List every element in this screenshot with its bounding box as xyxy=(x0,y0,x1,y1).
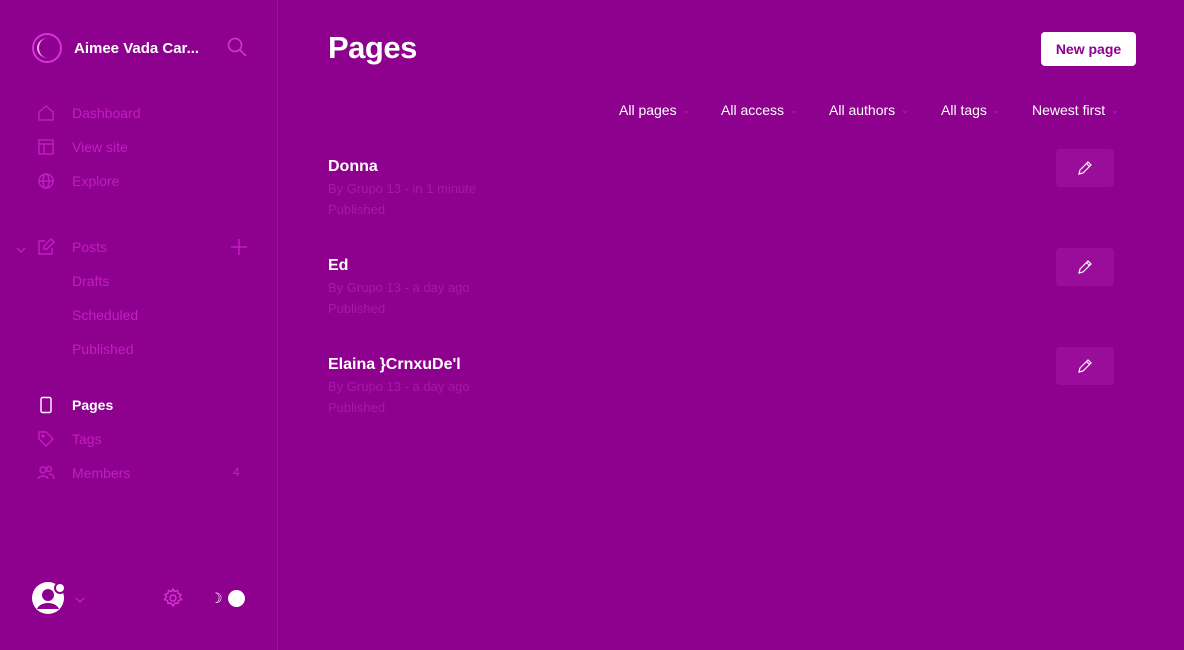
nav-item-members[interactable]: Members 4 xyxy=(0,460,278,486)
chevron-down-icon: ⌄ xyxy=(901,104,909,115)
moon-icon: ☽ xyxy=(210,590,223,606)
filter-authors-label: All authors xyxy=(829,102,896,118)
nav-label-drafts: Drafts xyxy=(72,273,110,289)
filter-access[interactable]: All access ⌄ xyxy=(721,102,798,118)
nav-item-explore[interactable]: Explore xyxy=(0,168,278,194)
pencil-icon xyxy=(1078,260,1092,274)
edit-page-button[interactable] xyxy=(1056,347,1114,385)
filter-tags[interactable]: All tags ⌄ xyxy=(941,102,1000,118)
theme-toggle[interactable] xyxy=(228,590,245,607)
filter-tags-label: All tags xyxy=(941,102,987,118)
page-row[interactable]: Donna By Grupo 13 - in 1 minute Publishe… xyxy=(328,149,1116,238)
nav-label-scheduled: Scheduled xyxy=(72,307,139,323)
nav-item-tags[interactable]: Tags xyxy=(0,426,278,452)
nav-item-dashboard[interactable]: Dashboard xyxy=(0,100,278,126)
filter-access-label: All access xyxy=(721,102,785,118)
search-icon[interactable] xyxy=(226,36,248,58)
page-meta: By Grupo 13 - a day ago xyxy=(328,379,470,394)
filter-type[interactable]: All pages ⌄ xyxy=(619,102,690,118)
nav-item-posts[interactable]: Posts xyxy=(0,234,278,260)
nav-label-tags: Tags xyxy=(72,431,102,447)
edit-page-button[interactable] xyxy=(1056,248,1114,286)
nav-item-pages[interactable]: Pages xyxy=(0,392,278,418)
nav-item-published[interactable]: Published xyxy=(0,336,278,362)
user-avatar[interactable] xyxy=(32,582,66,614)
filter-type-label: All pages xyxy=(619,102,677,118)
members-icon xyxy=(37,464,55,482)
site-brand[interactable]: Aimee Vada Car... xyxy=(32,32,206,64)
page-meta: By Grupo 13 - in 1 minute xyxy=(328,181,477,196)
home-icon xyxy=(37,104,55,122)
page-status: Published xyxy=(328,301,386,316)
nav-label-pages: Pages xyxy=(72,397,114,413)
chevron-down-icon: ⌄ xyxy=(682,104,691,115)
layout-icon xyxy=(37,138,55,156)
add-post-icon[interactable] xyxy=(229,237,249,257)
pencil-icon xyxy=(1078,359,1092,373)
pencil-icon xyxy=(1078,161,1092,175)
nav-label-dashboard: Dashboard xyxy=(72,105,141,121)
page-title-text[interactable]: Ed xyxy=(328,257,348,275)
nav-item-view-site[interactable]: View site xyxy=(0,134,278,160)
page-title-text[interactable]: Donna xyxy=(328,158,378,176)
nav-label-view-site: View site xyxy=(72,139,128,155)
chevron-down-icon: ⌄ xyxy=(790,104,798,115)
page-row[interactable]: Ed By Grupo 13 - a day ago Published xyxy=(328,248,1116,337)
page-row[interactable]: Elaina }CrnxuDe'l By Grupo 13 - a day ag… xyxy=(328,347,1116,436)
page-status: Published xyxy=(328,400,386,415)
site-title: Aimee Vada Car... xyxy=(74,39,200,57)
sidebar: Aimee Vada Car... Dashboard View site Ex… xyxy=(0,0,278,650)
chevron-down-icon: ⌄ xyxy=(1111,104,1119,115)
tag-icon xyxy=(37,430,55,448)
chevron-down-icon[interactable] xyxy=(16,242,26,253)
globe-icon xyxy=(37,172,55,190)
page-meta: By Grupo 13 - a day ago xyxy=(328,280,470,295)
edit-page-button[interactable] xyxy=(1056,149,1114,187)
nav-label-published: Published xyxy=(72,341,134,357)
new-page-button[interactable]: New page xyxy=(1041,32,1136,66)
filter-sort[interactable]: Newest first ⌄ xyxy=(1032,102,1119,118)
chevron-down-icon[interactable] xyxy=(74,593,86,605)
chevron-down-icon: ⌄ xyxy=(992,104,1001,115)
filter-sort-label: Newest first xyxy=(1032,102,1106,118)
page-icon xyxy=(37,396,55,414)
nav-label-explore: Explore xyxy=(72,173,120,189)
nav-label-posts: Posts xyxy=(72,239,108,255)
page-status: Published xyxy=(328,202,386,217)
gear-icon[interactable] xyxy=(162,587,184,609)
site-logo xyxy=(32,33,62,63)
page-title: Pages xyxy=(328,30,417,65)
edit-icon xyxy=(37,238,55,256)
members-count: 4 xyxy=(233,465,240,479)
nav-item-drafts[interactable]: Drafts xyxy=(0,268,278,294)
filter-authors[interactable]: All authors ⌄ xyxy=(829,102,909,118)
page-title-text[interactable]: Elaina }CrnxuDe'l xyxy=(328,356,461,374)
nav-item-scheduled[interactable]: Scheduled xyxy=(0,302,278,328)
nav-label-members: Members xyxy=(72,465,131,481)
